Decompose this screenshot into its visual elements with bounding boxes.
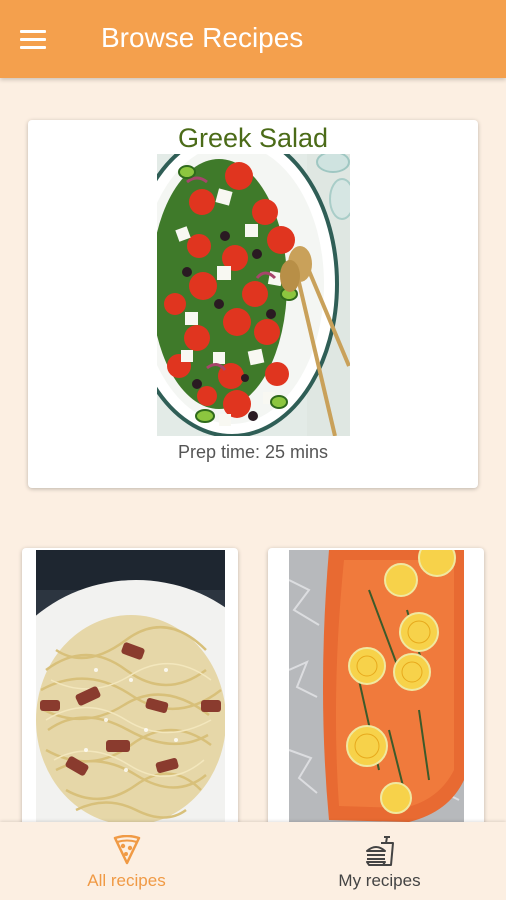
- pasta-carbonara-image: [36, 550, 225, 832]
- page-title: Browse Recipes: [101, 22, 304, 53]
- burger-drink-icon: [363, 835, 397, 867]
- prep-time-label: Prep time: 25 mins: [177, 442, 329, 462]
- bottom-navigation: All recipes My recipes: [0, 822, 506, 900]
- app-bar: Browse Recipes: [0, 0, 506, 78]
- featured-recipe-title: Greek Salad: [177, 123, 329, 153]
- nav-my-recipes-label: My recipes: [338, 871, 421, 890]
- nav-all-recipes-label: All recipes: [87, 871, 166, 890]
- nav-my-recipes[interactable]: My recipes: [253, 822, 506, 900]
- recipe-card-salmon[interactable]: [268, 548, 484, 832]
- menu-icon[interactable]: [20, 24, 52, 54]
- greek-salad-image: [157, 154, 350, 436]
- baked-salmon-image: [289, 550, 478, 832]
- nav-all-recipes[interactable]: All recipes: [0, 822, 253, 900]
- recipe-card-pasta[interactable]: [22, 548, 238, 832]
- featured-recipe-card[interactable]: Greek Salad Prep time: 25 mins: [28, 120, 478, 488]
- pizza-slice-icon: [110, 835, 144, 867]
